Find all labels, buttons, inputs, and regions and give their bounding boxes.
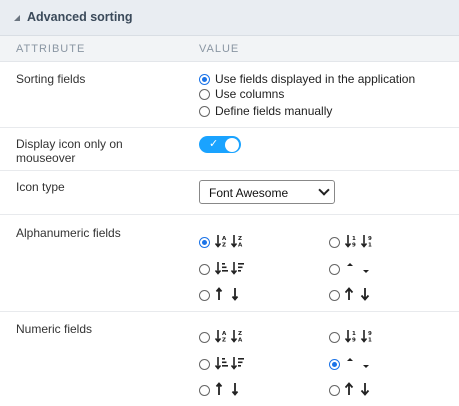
- icon-option-caret[interactable]: [329, 356, 375, 373]
- radio-circle[interactable]: [199, 237, 210, 248]
- svg-text:A: A: [222, 331, 227, 337]
- display-icon-label-line2: mouseover: [16, 151, 76, 165]
- icon-option-sort-numeric[interactable]: 1991: [329, 329, 375, 346]
- check-icon: ✓: [209, 138, 219, 150]
- sorting-fields-label: Sorting fields: [16, 72, 86, 86]
- icon-option-sort-numeric[interactable]: 1991: [329, 234, 375, 251]
- svg-text:Z: Z: [222, 243, 226, 249]
- svg-text:1: 1: [368, 338, 372, 344]
- radio-circle[interactable]: [199, 264, 210, 275]
- attribute-column-header: ATTRIBUTE: [16, 43, 86, 55]
- icon-option-caret[interactable]: [329, 261, 375, 278]
- radio-use-columns[interactable]: Use columns: [199, 87, 284, 101]
- radio-define-manually[interactable]: Define fields manually: [199, 104, 332, 118]
- sort-amount-alpha-icon: [210, 356, 245, 373]
- radio-label: Use fields displayed in the application: [215, 72, 416, 86]
- svg-text:1: 1: [352, 236, 356, 242]
- icon-type-select[interactable]: Font Awesome: [199, 180, 335, 204]
- caret-icon: [340, 261, 375, 278]
- icon-option-sort-amount-alpha[interactable]: [199, 261, 245, 278]
- icon-option-sort-alpha[interactable]: AZZA: [199, 329, 245, 346]
- alphanumeric-label: Alphanumeric fields: [16, 226, 121, 240]
- radio-circle[interactable]: [329, 237, 340, 248]
- svg-text:A: A: [238, 338, 243, 344]
- radio-circle[interactable]: [199, 359, 210, 370]
- column-header-row: ATTRIBUTE VALUE: [0, 36, 459, 62]
- svg-text:A: A: [238, 243, 243, 249]
- icon-option-sort-amount-alpha[interactable]: [199, 356, 245, 373]
- radio-circle[interactable]: [329, 359, 340, 370]
- sort-numeric-icon: 1991: [340, 234, 375, 251]
- section-title: Advanced sorting: [27, 10, 133, 24]
- sort-alpha-icon: AZZA: [210, 329, 245, 346]
- svg-text:9: 9: [352, 243, 356, 249]
- svg-text:9: 9: [352, 338, 356, 344]
- radio-circle[interactable]: [199, 88, 210, 100]
- radio-circle[interactable]: [329, 385, 340, 396]
- radio-circle[interactable]: [329, 332, 340, 343]
- display-icon-label: Display icon only on mouseover: [16, 137, 123, 165]
- svg-text:Z: Z: [222, 338, 226, 344]
- icon-option-sort-alpha[interactable]: AZZA: [199, 234, 245, 251]
- toggle-knob: [225, 137, 239, 152]
- svg-text:1: 1: [352, 331, 356, 337]
- icon-option-arrow-thin[interactable]: [199, 287, 245, 304]
- icon-type-label: Icon type: [16, 180, 65, 194]
- radio-circle[interactable]: [199, 73, 210, 85]
- arrow-bold-icon: [340, 382, 375, 399]
- radio-circle[interactable]: [199, 332, 210, 343]
- icon-option-arrow-thin[interactable]: [199, 382, 245, 399]
- svg-text:1: 1: [368, 243, 372, 249]
- caret-icon: [340, 356, 375, 373]
- radio-circle[interactable]: [199, 385, 210, 396]
- display-icon-toggle[interactable]: ✓: [199, 136, 241, 153]
- section-header[interactable]: Advanced sorting: [0, 0, 459, 36]
- svg-text:9: 9: [368, 331, 372, 337]
- icon-type-value: Font Awesome: [209, 186, 289, 200]
- sort-numeric-icon: 1991: [340, 329, 375, 346]
- icon-option-arrow-bold[interactable]: [329, 382, 375, 399]
- sort-amount-alpha-icon: [210, 261, 245, 278]
- radio-circle[interactable]: [199, 290, 210, 301]
- radio-circle[interactable]: [329, 290, 340, 301]
- value-column-header: VALUE: [199, 43, 240, 55]
- display-icon-label-line1: Display icon only on: [16, 137, 123, 151]
- radio-use-displayed-fields[interactable]: Use fields displayed in the application: [199, 72, 415, 86]
- icon-option-arrow-bold[interactable]: [329, 287, 375, 304]
- numeric-label: Numeric fields: [16, 322, 93, 336]
- radio-circle[interactable]: [329, 264, 340, 275]
- arrow-bold-icon: [340, 287, 375, 304]
- svg-text:Z: Z: [238, 331, 242, 337]
- sort-alpha-icon: AZZA: [210, 234, 245, 251]
- radio-label: Use columns: [215, 87, 285, 101]
- radio-label: Define fields manually: [215, 104, 333, 118]
- arrow-thin-icon: [210, 287, 245, 304]
- radio-circle[interactable]: [199, 105, 210, 117]
- collapse-triangle-icon[interactable]: [14, 15, 20, 21]
- chevron-down-icon: [318, 184, 330, 196]
- svg-text:Z: Z: [238, 236, 242, 242]
- sorting-fields-row: Sorting fields Use fields displayed in t…: [0, 62, 459, 128]
- arrow-thin-icon: [210, 382, 245, 399]
- svg-text:A: A: [222, 236, 227, 242]
- svg-text:9: 9: [368, 236, 372, 242]
